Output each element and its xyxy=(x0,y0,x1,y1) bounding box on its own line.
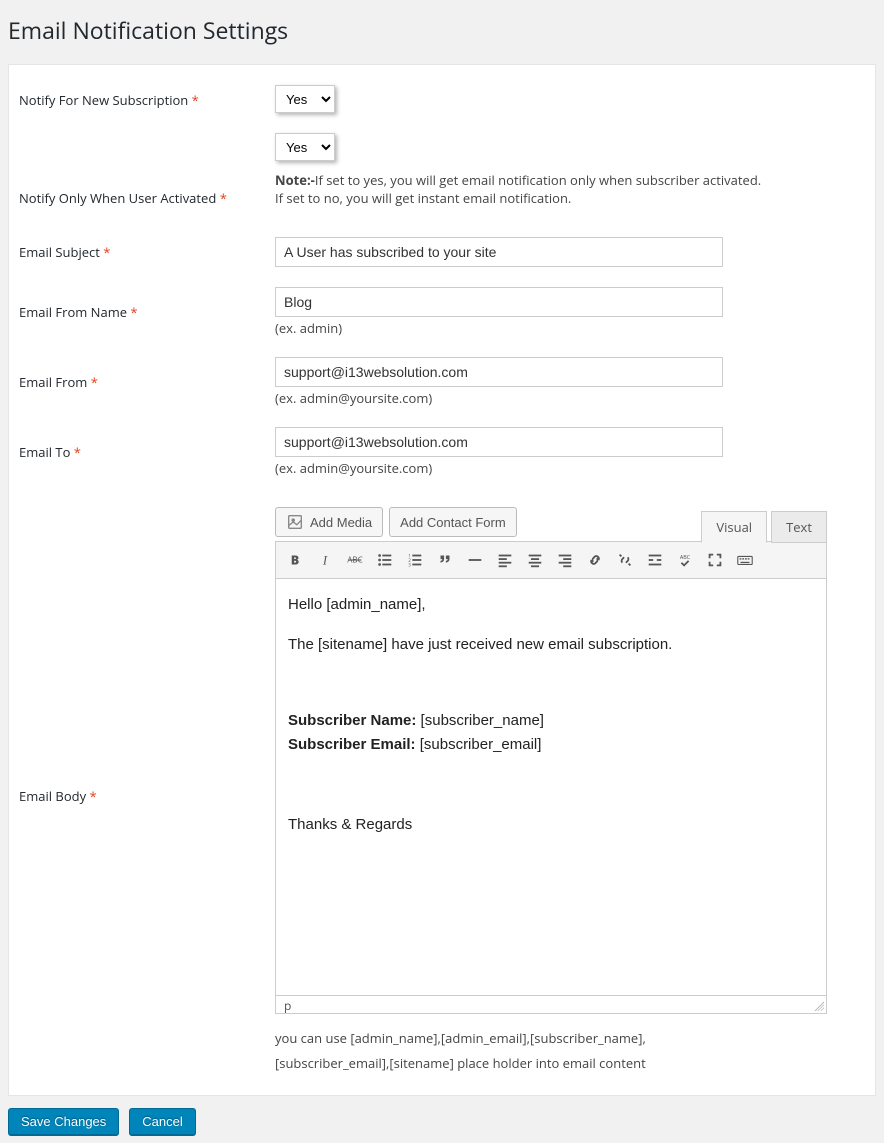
email-subject-input[interactable] xyxy=(275,237,723,267)
link-icon[interactable] xyxy=(580,545,610,575)
save-button[interactable]: Save Changes xyxy=(8,1108,119,1135)
row-body: Email Body * Visual Text xyxy=(19,487,865,1085)
fullscreen-icon[interactable] xyxy=(700,545,730,575)
cancel-button[interactable]: Cancel xyxy=(129,1108,195,1135)
body-hint-2: [subscriber_email],[sitename] place hold… xyxy=(275,1051,865,1076)
tab-visual[interactable]: Visual xyxy=(701,511,767,543)
email-from-input[interactable] xyxy=(275,357,723,387)
media-icon xyxy=(286,513,304,531)
strikethrough-icon[interactable]: ABC xyxy=(340,545,370,575)
spellcheck-icon[interactable]: ABC xyxy=(670,545,700,575)
required-marker: * xyxy=(103,243,110,261)
label-body-text: Email Body xyxy=(19,787,89,805)
label-from-name-text: Email From Name xyxy=(19,303,130,321)
settings-panel: Notify For New Subscription * Yes No Not… xyxy=(8,64,876,1096)
label-from-name: Email From Name * xyxy=(19,287,275,321)
required-marker: * xyxy=(74,443,81,461)
add-form-label: Add Contact Form xyxy=(400,515,506,530)
row-from: Email From * (ex. admin@yoursite.com) xyxy=(19,347,865,417)
from-name-hint: (ex. admin) xyxy=(275,319,865,337)
note-text2: If set to no, you will get instant email… xyxy=(275,189,571,207)
add-media-label: Add Media xyxy=(310,515,372,530)
body-hint-1: you can use [admin_name],[admin_email],[… xyxy=(275,1026,865,1051)
editor-path: p xyxy=(284,997,291,1014)
row-from-name: Email From Name * (ex. admin) xyxy=(19,277,865,347)
svg-text:B: B xyxy=(291,552,300,569)
svg-text:ABC: ABC xyxy=(680,553,691,561)
required-marker: * xyxy=(91,373,98,391)
editor-toolbar: B I ABC 123 ABC xyxy=(275,541,827,578)
label-notify-activated: Notify Only When User Activated * xyxy=(19,133,275,207)
body-hint: you can use [admin_name],[admin_email],[… xyxy=(275,1026,865,1075)
notify-activated-select[interactable]: Yes No xyxy=(275,133,335,161)
from-hint: (ex. admin@yoursite.com) xyxy=(275,389,865,407)
editor-tabs: Visual Text xyxy=(701,511,827,543)
add-contact-form-button[interactable]: Add Contact Form xyxy=(389,507,517,537)
required-marker: * xyxy=(220,189,227,207)
email-to-input[interactable] xyxy=(275,427,723,457)
page-title: Email Notification Settings xyxy=(8,8,876,64)
keyboard-icon[interactable] xyxy=(730,545,760,575)
align-right-icon[interactable] xyxy=(550,545,580,575)
note-text1: If set to yes, you will get email notifi… xyxy=(315,171,761,189)
notify-new-select[interactable]: Yes No xyxy=(275,85,335,113)
to-hint: (ex. admin@yoursite.com) xyxy=(275,459,865,477)
label-to: Email To * xyxy=(19,427,275,461)
numbered-list-icon[interactable]: 123 xyxy=(400,545,430,575)
email-from-name-input[interactable] xyxy=(275,287,723,317)
editor-status-bar: p xyxy=(275,996,827,1014)
footer-buttons: Save Changes Cancel xyxy=(8,1108,876,1135)
label-from: Email From * xyxy=(19,357,275,391)
italic-icon[interactable]: I xyxy=(310,545,340,575)
label-notify-new: Notify For New Subscription * xyxy=(19,85,275,109)
horizontal-rule-icon[interactable] xyxy=(460,545,490,575)
body-line-2: The [sitename] have just received new em… xyxy=(288,633,814,657)
svg-text:I: I xyxy=(322,554,328,568)
editor-body[interactable]: Hello [admin_name], The [sitename] have … xyxy=(275,578,827,996)
activated-note: Note:-If set to yes, you will get email … xyxy=(275,171,865,207)
label-to-text: Email To xyxy=(19,443,74,461)
align-center-icon[interactable] xyxy=(520,545,550,575)
row-notify-activated: Notify Only When User Activated * Yes No… xyxy=(19,123,865,217)
label-notify-new-text: Notify For New Subscription xyxy=(19,91,192,109)
body-line-4: Subscriber Email: [subscriber_email] xyxy=(288,733,814,757)
note-label: Note:- xyxy=(275,171,315,189)
row-notify-new: Notify For New Subscription * Yes No xyxy=(19,75,865,123)
row-to: Email To * (ex. admin@yoursite.com) xyxy=(19,417,865,487)
tab-text[interactable]: Text xyxy=(771,511,827,543)
resize-handle-icon[interactable] xyxy=(812,999,824,1011)
label-notify-activated-text: Notify Only When User Activated xyxy=(19,189,220,207)
svg-text:3: 3 xyxy=(408,562,411,568)
label-subject-text: Email Subject xyxy=(19,243,103,261)
required-marker: * xyxy=(192,91,199,109)
rich-text-editor: Visual Text Add Media xyxy=(275,505,827,1014)
read-more-icon[interactable] xyxy=(640,545,670,575)
required-marker: * xyxy=(130,303,137,321)
add-media-button[interactable]: Add Media xyxy=(275,507,383,537)
align-left-icon[interactable] xyxy=(490,545,520,575)
body-line-3: Subscriber Name: [subscriber_name] xyxy=(288,709,814,733)
unlink-icon[interactable] xyxy=(610,545,640,575)
label-from-text: Email From xyxy=(19,373,91,391)
label-subject: Email Subject * xyxy=(19,243,275,261)
label-body: Email Body * xyxy=(19,505,275,805)
row-subject: Email Subject * xyxy=(19,217,865,277)
body-line-1: Hello [admin_name], xyxy=(288,593,814,617)
blockquote-icon[interactable] xyxy=(430,545,460,575)
bulleted-list-icon[interactable] xyxy=(370,545,400,575)
required-marker: * xyxy=(89,787,96,805)
bold-icon[interactable]: B xyxy=(280,545,310,575)
body-line-5: Thanks & Regards xyxy=(288,813,814,837)
